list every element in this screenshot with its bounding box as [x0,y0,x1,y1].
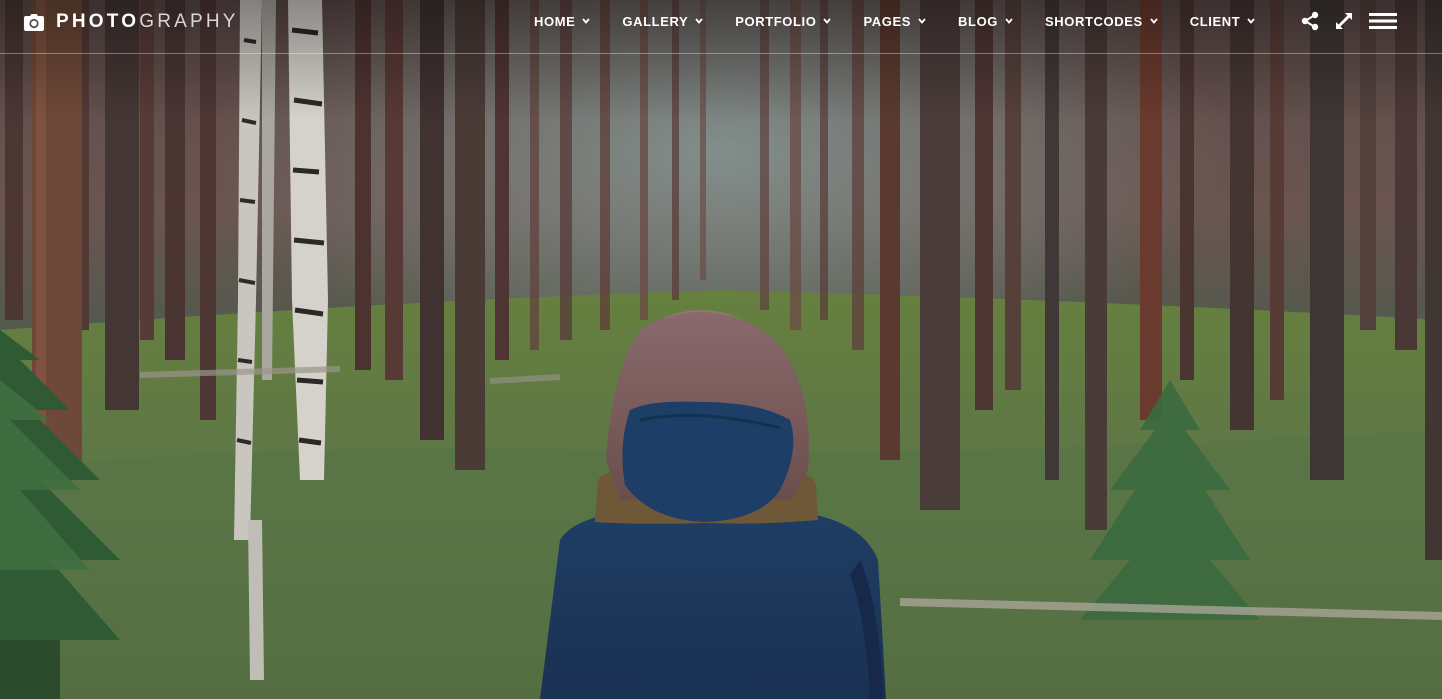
chevron-down-icon [1247,18,1255,24]
chevron-down-icon [582,18,591,24]
top-navigation-bar: PHOTOGRAPHY HOME GALLERY PORTFOLIO PAGES… [0,0,1442,54]
chevron-down-icon [823,18,832,24]
nav-item-label: BLOG [958,13,998,29]
chevron-down-icon [1150,18,1158,24]
nav-item-label: PAGES [863,13,912,29]
nav-item-portfolio[interactable]: PORTFOLIO [719,14,847,29]
expand-icon[interactable] [1334,11,1354,31]
page: PHOTOGRAPHY HOME GALLERY PORTFOLIO PAGES… [0,0,1442,699]
nav-item-blog[interactable]: BLOG [942,14,1029,29]
logo-text-bold: PHOTO [56,11,140,32]
site-logo[interactable]: PHOTOGRAPHY [24,10,239,34]
nav-item-home[interactable]: HOME [518,14,606,29]
chevron-down-icon [695,18,703,24]
share-icon[interactable] [1300,11,1320,31]
nav-item-pages[interactable]: PAGES [847,14,942,29]
nav-item-shortcodes[interactable]: SHORTCODES [1029,14,1174,29]
nav-item-label: GALLERY [622,13,689,29]
nav-item-client[interactable]: CLIENT [1174,14,1272,29]
header-tools [1300,8,1398,34]
nav-item-gallery[interactable]: GALLERY [606,14,719,29]
nav-item-label: HOME [534,13,576,29]
logo-text: PHOTOGRAPHY [56,11,239,33]
logo-text-light: GRAPHY [139,11,239,32]
chevron-down-icon [918,18,926,24]
chevron-down-icon [1005,18,1013,24]
nav-item-label: CLIENT [1189,13,1241,29]
main-nav: HOME GALLERY PORTFOLIO PAGES BLOG SHORTC… [518,0,1271,42]
hamburger-menu-icon[interactable] [1368,11,1398,31]
hero-background-image [0,0,1442,699]
camera-icon [24,13,44,31]
nav-item-label: SHORTCODES [1045,13,1143,29]
nav-item-label: PORTFOLIO [735,13,817,29]
